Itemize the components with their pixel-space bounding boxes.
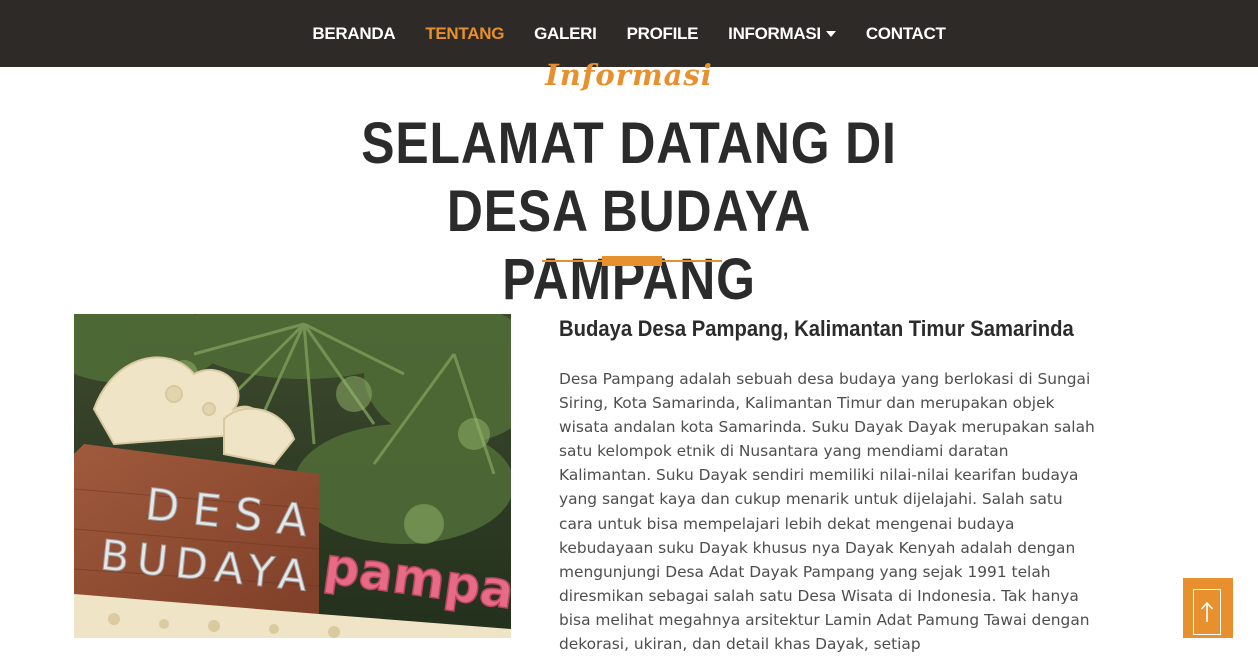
nav-label: PROFILE bbox=[626, 23, 699, 43]
navbar: BERANDA TENTANG GALERI PROFILE INFORMASI… bbox=[0, 0, 1258, 67]
nav-label: GALERI bbox=[534, 23, 597, 43]
nav-label: CONTACT bbox=[865, 23, 946, 43]
arrow-up-icon bbox=[1200, 601, 1214, 622]
back-to-top-frame bbox=[1193, 589, 1221, 635]
title-divider-accent bbox=[602, 256, 662, 266]
nav-item-beranda[interactable]: BERANDA bbox=[297, 24, 410, 44]
back-to-top-button[interactable] bbox=[1183, 578, 1233, 638]
content-body: Desa Pampang adalah sebuah desa budaya y… bbox=[559, 370, 1095, 654]
sign-illustration: DESA BUDAYA pampan bbox=[74, 314, 511, 638]
nav-item-galeri[interactable]: GALERI bbox=[519, 24, 611, 44]
nav-item-profile[interactable]: PROFILE bbox=[612, 24, 714, 44]
page-title-text: SELAMAT DATANG DI DESA BUDAYA PAMPANG bbox=[361, 111, 897, 312]
content-heading: Budaya Desa Pampang, Kalimantan Timur Sa… bbox=[559, 316, 1074, 341]
caret-down-icon bbox=[825, 30, 836, 37]
nav-label: BERANDA bbox=[312, 23, 396, 43]
nav-item-informasi[interactable]: INFORMASI bbox=[713, 24, 851, 44]
nav-label: INFORMASI bbox=[728, 23, 821, 43]
section-eyebrow: Informasi bbox=[545, 58, 713, 92]
nav-item-tentang[interactable]: TENTANG bbox=[410, 24, 519, 44]
nav-item-contact[interactable]: CONTACT bbox=[851, 24, 961, 44]
desa-budaya-photo: DESA BUDAYA pampan bbox=[74, 314, 511, 638]
page-title: SELAMAT DATANG DI DESA BUDAYA PAMPANG bbox=[88, 110, 1170, 314]
nav-menu: BERANDA TENTANG GALERI PROFILE INFORMASI… bbox=[297, 24, 960, 44]
nav-label: TENTANG bbox=[425, 23, 505, 43]
